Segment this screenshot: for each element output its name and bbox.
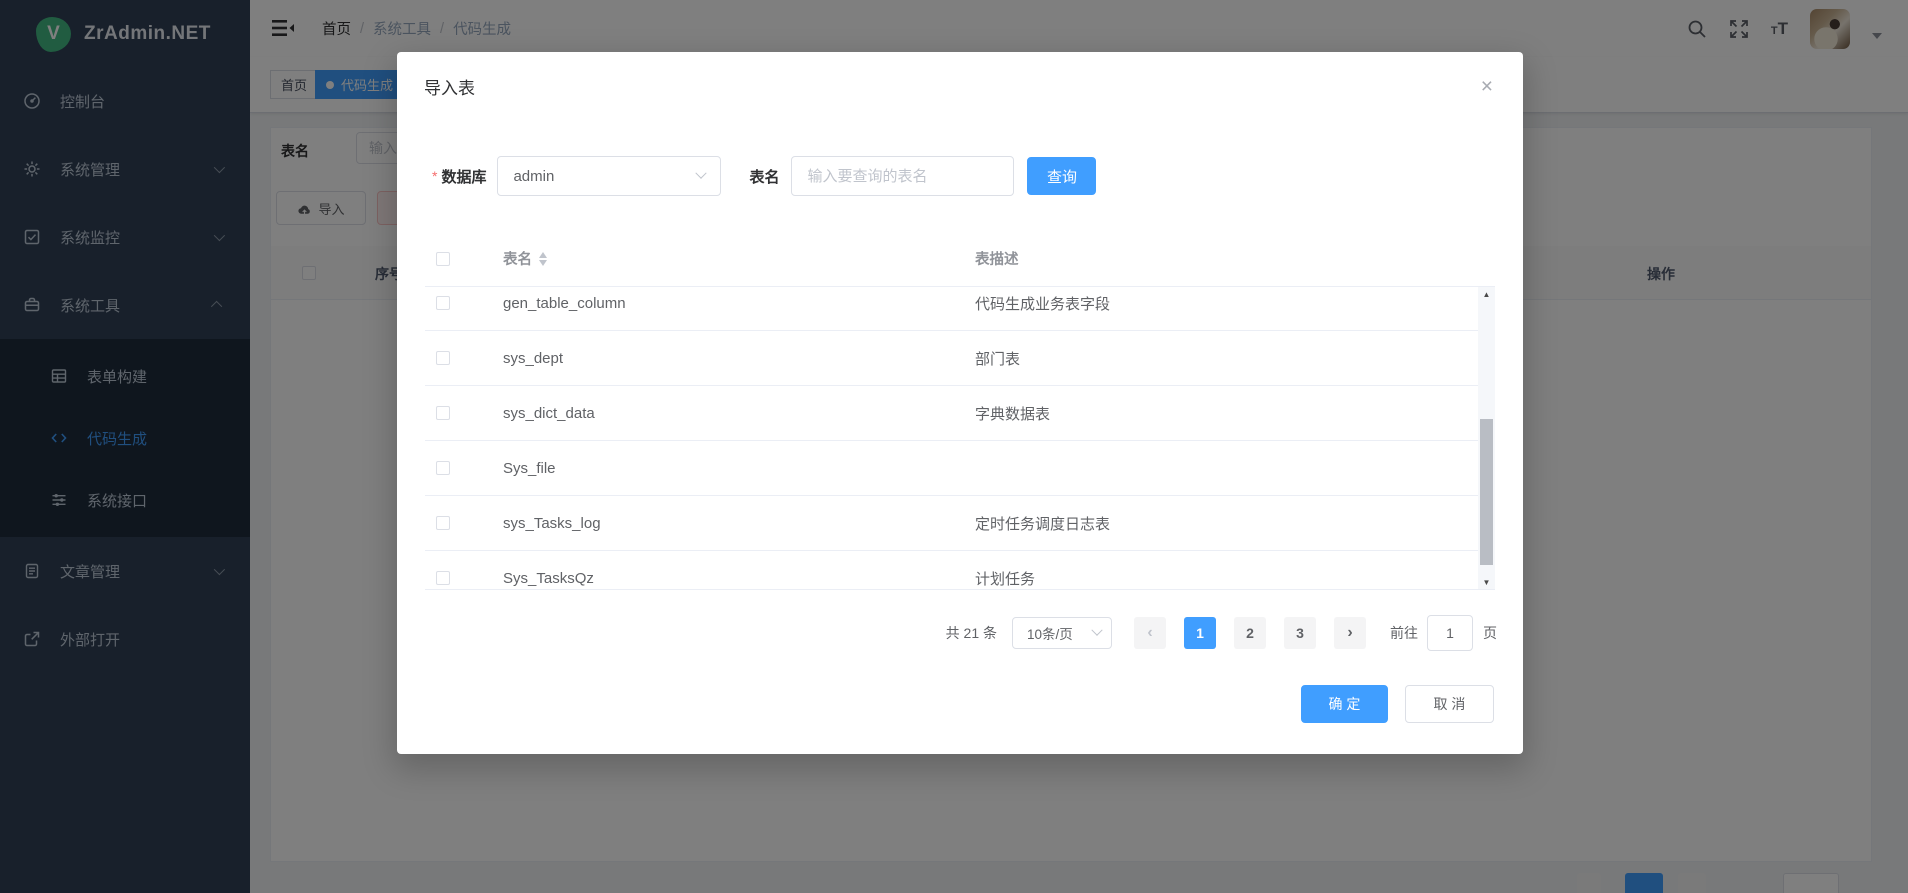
table-desc-cell: 定时任务调度日志表 <box>975 513 1478 534</box>
table-name-cell: sys_dept <box>503 350 975 367</box>
page-size-select[interactable]: 10条/页 <box>1012 617 1112 649</box>
row-checkbox[interactable] <box>436 461 450 475</box>
table-name-input[interactable] <box>791 156 1014 196</box>
table-row[interactable]: sys_dict_data字典数据表 <box>425 386 1478 441</box>
table-row[interactable]: sys_dept部门表 <box>425 331 1478 386</box>
row-checkbox[interactable] <box>436 406 450 420</box>
table-desc-cell: 代码生成业务表字段 <box>975 293 1478 314</box>
table-name-cell: gen_table_column <box>503 295 975 312</box>
select-all-checkbox[interactable] <box>436 252 450 266</box>
pagination-total: 共 21 条 <box>946 623 997 643</box>
column-header-table-name[interactable]: 表名 <box>503 248 532 269</box>
dialog-pagination: 共 21 条 10条/页 ‹ 123 › 前往 页 <box>397 617 1497 649</box>
pager-page-3[interactable]: 3 <box>1284 617 1316 649</box>
row-checkbox[interactable] <box>436 351 450 365</box>
scrollbar-thumb[interactable] <box>1480 419 1493 565</box>
pager-goto-label: 前往 <box>1390 623 1418 643</box>
table-row[interactable]: gen_table_column代码生成业务表字段 <box>425 287 1478 331</box>
table-row[interactable]: Sys_TasksQz计划任务 <box>425 551 1478 590</box>
scroll-down-icon[interactable]: ▼ <box>1478 575 1495 589</box>
row-checkbox[interactable] <box>436 516 450 530</box>
table-row[interactable]: Sys_file <box>425 441 1478 496</box>
pager-page-2[interactable]: 2 <box>1234 617 1266 649</box>
dialog-query-form: * 数据库 admin 表名 查询 <box>397 156 1523 196</box>
confirm-button[interactable]: 确 定 <box>1301 685 1388 723</box>
chevron-down-icon <box>696 168 707 179</box>
pager-goto-input[interactable] <box>1427 615 1473 651</box>
table-name-cell: Sys_TasksQz <box>503 570 975 587</box>
close-icon[interactable]: × <box>1481 76 1493 97</box>
database-label: 数据库 <box>441 166 486 187</box>
sort-icon[interactable] <box>539 252 547 266</box>
scrollbar[interactable]: ▲ ▼ <box>1478 287 1495 589</box>
search-button[interactable]: 查询 <box>1027 157 1096 195</box>
column-header-table-desc: 表描述 <box>975 248 1019 269</box>
dialog-title: 导入表 <box>424 74 475 99</box>
table-desc-cell: 部门表 <box>975 348 1478 369</box>
database-select-value: admin <box>513 168 554 185</box>
page-size-value: 10条/页 <box>1027 623 1073 643</box>
table-name-cell: sys_dict_data <box>503 405 975 422</box>
chevron-down-icon <box>1091 625 1102 636</box>
pager-next-button[interactable]: › <box>1334 617 1366 649</box>
row-checkbox[interactable] <box>436 571 450 585</box>
required-asterisk: * <box>432 168 437 184</box>
table-name-cell: Sys_file <box>503 460 975 477</box>
cancel-button[interactable]: 取 消 <box>1405 685 1494 723</box>
table-name-label: 表名 <box>749 166 779 187</box>
table-desc-cell: 字典数据表 <box>975 403 1478 424</box>
dialog-table-header: 表名 表描述 <box>425 231 1495 287</box>
pager-page-1[interactable]: 1 <box>1184 617 1216 649</box>
dialog-table-body: gen_table_column代码生成业务表字段sys_dept部门表sys_… <box>425 287 1495 590</box>
scroll-up-icon[interactable]: ▲ <box>1478 287 1495 301</box>
pager-prev-button[interactable]: ‹ <box>1134 617 1166 649</box>
pager-goto-unit: 页 <box>1483 623 1497 643</box>
database-select[interactable]: admin <box>497 156 721 196</box>
row-checkbox[interactable] <box>436 296 450 310</box>
table-desc-cell: 计划任务 <box>975 568 1478 589</box>
table-row[interactable]: sys_Tasks_log定时任务调度日志表 <box>425 496 1478 551</box>
import-table-dialog: 导入表 × * 数据库 admin 表名 查询 表名 表描述 gen_table… <box>397 52 1523 754</box>
table-name-cell: sys_Tasks_log <box>503 515 975 532</box>
